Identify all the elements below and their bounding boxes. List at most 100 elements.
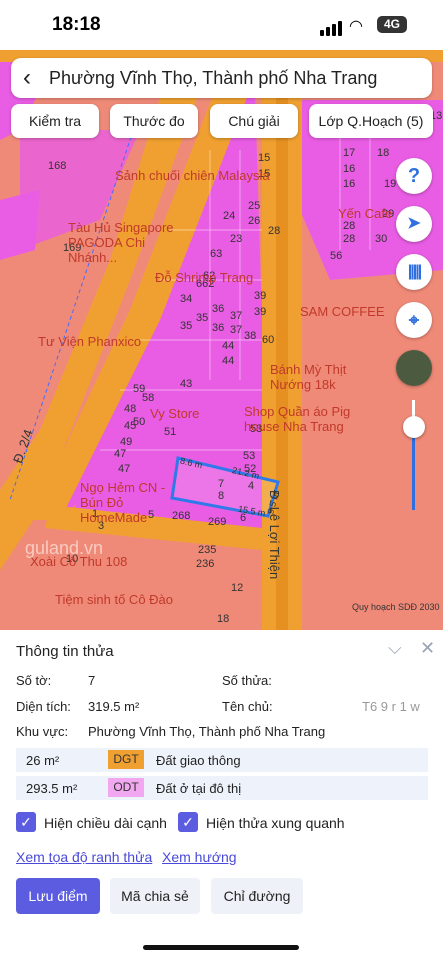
- parcel-label: 39: [254, 306, 267, 318]
- poi-label[interactable]: Yến Cafe: [338, 206, 392, 221]
- parcel-label: 19: [384, 178, 397, 190]
- parcel-label: 17: [343, 147, 356, 159]
- zone-area: 293.5 m²: [26, 781, 78, 796]
- parcel-label: 4: [248, 480, 255, 492]
- check-button[interactable]: Kiểm tra: [11, 104, 99, 138]
- collapse-chevron-icon[interactable]: ⌵: [388, 638, 402, 659]
- directions-button[interactable]: Chỉ đường: [211, 878, 303, 914]
- parcel-label: 51: [164, 426, 177, 438]
- parcel-label: 34: [180, 293, 193, 305]
- zone-description: Đất giao thông: [156, 753, 241, 768]
- compass-icon[interactable]: ➤: [396, 206, 432, 242]
- parcel-label: 15: [258, 152, 271, 164]
- parcel-label: 30: [375, 233, 388, 245]
- barcode-icon[interactable]: |||||: [396, 254, 432, 290]
- parcel-label: 37: [230, 324, 243, 336]
- share-code-button[interactable]: Mã chia sẻ: [110, 878, 200, 914]
- show-neighbors-checkbox[interactable]: ✓: [178, 812, 198, 832]
- owner-label: Tên chủ:: [222, 699, 273, 714]
- show-neighbors-label: Hiện thửa xung quanh: [206, 815, 345, 831]
- poi-label[interactable]: Ngọ Hẻm CN - Bún Đỏ HomeMade: [80, 480, 190, 525]
- parcel-label: 58: [142, 392, 155, 404]
- parcel-label: 8: [218, 490, 225, 502]
- poi-label[interactable]: Đỗ Shrimp Trang: [155, 270, 253, 285]
- area-value: 319.5 m²: [88, 699, 140, 714]
- parcel-label: 16: [343, 178, 356, 190]
- parcel-label: 236: [196, 558, 215, 570]
- sheet-value: 7: [88, 673, 96, 688]
- zone-description: Đất ở tại đô thị: [156, 781, 242, 796]
- parcel-label: 28: [343, 233, 356, 245]
- region-label: Khu vực:: [16, 724, 69, 739]
- parcel-label: 39: [254, 290, 267, 302]
- parcel-label: 25: [248, 200, 261, 212]
- layer-button[interactable]: Lớp Q.Hoạch (5): [309, 104, 433, 138]
- sheet-label: Số tờ:: [16, 673, 52, 688]
- parcel-label: 36: [212, 322, 225, 334]
- location-icon[interactable]: ⌖: [396, 302, 432, 338]
- parcel-label: 63: [210, 248, 223, 260]
- wifi-icon: ◠: [349, 18, 363, 35]
- parcel-label: 28: [268, 225, 281, 237]
- view-direction-link[interactable]: Xem hướng: [162, 849, 237, 865]
- view-coordinates-link[interactable]: Xem tọa độ ranh thửa: [16, 849, 152, 865]
- parcel-label: 47: [114, 448, 127, 460]
- poi-label[interactable]: Tư Viện Phanxico: [38, 334, 141, 349]
- close-icon[interactable]: ✕: [420, 638, 435, 659]
- parcel-label: 49: [120, 436, 133, 448]
- area-label: Diện tích:: [16, 699, 71, 714]
- legend-button[interactable]: Chú giải: [210, 104, 298, 138]
- zone-code-badge: DGT: [108, 750, 144, 769]
- watermark: guland.vn: [25, 538, 104, 558]
- zone-area: 26 m²: [26, 753, 60, 768]
- title-bar: ‹ Phường Vĩnh Thọ, Thành phố Nha Trang: [11, 58, 432, 98]
- poi-label[interactable]: Tiệm sinh tố Cô Đào: [55, 592, 173, 607]
- owner-value: T6 9 r 1 w: [362, 699, 420, 714]
- region-value: Phường Vĩnh Thọ, Thành phố Nha Trang: [88, 724, 326, 739]
- battery-icon: 4G: [377, 16, 407, 33]
- parcel-label-text: Số thửa:: [222, 673, 272, 688]
- map-footer-note: Quy hoạch SDĐ 2030: [352, 602, 440, 612]
- parcel-label: 235: [198, 544, 217, 556]
- parcel-label: 23: [230, 233, 243, 245]
- parcel-label: 38: [244, 330, 257, 342]
- zone-row: 26 m² DGT Đất giao thông: [16, 748, 428, 772]
- poi-label[interactable]: Tàu Hủ Singapore PAGODA Chi Nhánh...: [68, 220, 188, 265]
- parcel-label: 35: [180, 320, 193, 332]
- satellite-thumbnail-icon[interactable]: [396, 350, 432, 386]
- parcel-label: 35: [196, 312, 209, 324]
- status-time: 18:18: [52, 14, 101, 35]
- zoom-slider-knob[interactable]: [403, 416, 425, 438]
- parcel-label: 168: [48, 160, 67, 172]
- parcel-label: 37: [230, 310, 243, 322]
- parcel-label: 269: [208, 516, 227, 528]
- poi-label[interactable]: Shop Quần áo Pig house Nha Trang: [244, 404, 364, 434]
- parcel-label: 48: [124, 403, 137, 415]
- parcel-label: 45: [124, 420, 137, 432]
- signal-icon: [320, 18, 344, 36]
- poi-label[interactable]: Sảnh chuối chiên Malaysia: [115, 168, 270, 183]
- show-edge-length-checkbox[interactable]: ✓: [16, 812, 36, 832]
- parcel-label: 26: [248, 215, 261, 227]
- back-arrow-icon[interactable]: ‹: [23, 64, 31, 92]
- parcel-label: 7: [218, 478, 225, 490]
- panel-title: Thông tin thửa: [16, 643, 114, 660]
- measure-button[interactable]: Thước đo: [110, 104, 198, 138]
- home-indicator: [143, 945, 299, 950]
- poi-label[interactable]: Vy Store: [150, 406, 199, 421]
- parcel-label: 43: [180, 378, 193, 390]
- parcel-label: 53: [243, 450, 256, 462]
- poi-label[interactable]: Bánh Mỳ Thịt Nướng 18k: [270, 362, 360, 392]
- parcel-label: 28: [343, 220, 356, 232]
- parcel-label: 56: [330, 250, 343, 262]
- parcel-label: 36: [212, 303, 225, 315]
- parcel-label: 16: [343, 163, 356, 175]
- save-point-button[interactable]: Lưu điểm: [16, 878, 100, 914]
- page-title: Phường Vĩnh Thọ, Thành phố Nha Trang: [49, 68, 378, 88]
- poi-label[interactable]: SAM COFFEE: [300, 304, 385, 319]
- help-icon[interactable]: ?: [396, 158, 432, 194]
- parcel-label: 12: [231, 582, 244, 594]
- parcel-label: 60: [262, 334, 275, 346]
- parcel-label: 18: [217, 613, 230, 625]
- parcel-label: 18: [377, 147, 390, 159]
